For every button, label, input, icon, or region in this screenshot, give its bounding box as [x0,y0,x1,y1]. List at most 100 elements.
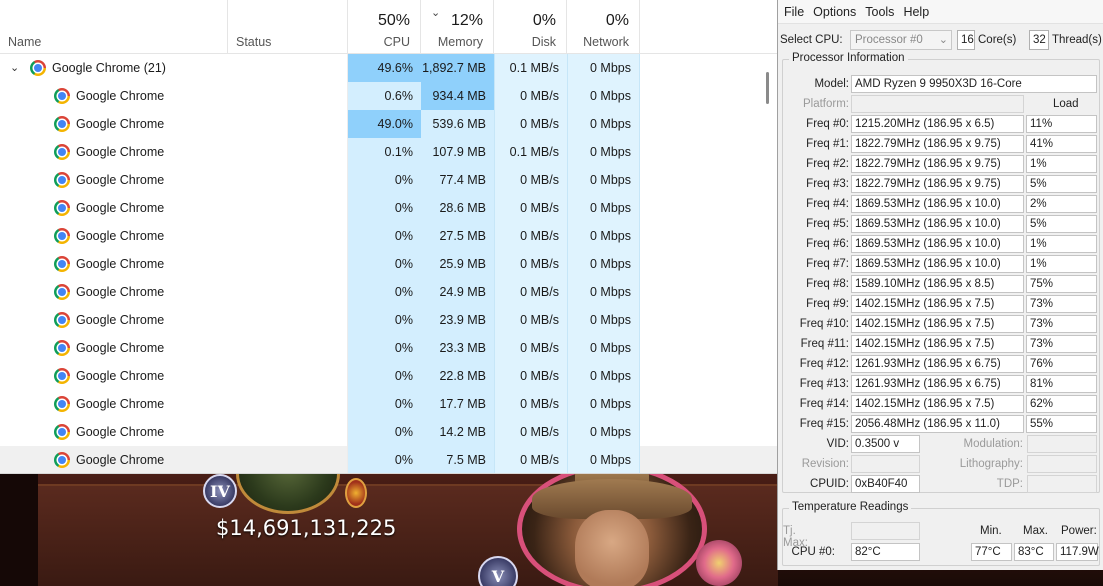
status-cell [228,82,348,110]
column-disk[interactable]: 0% Disk [494,0,567,54]
column-status[interactable]: Status [228,0,348,54]
chrome-icon [54,200,70,216]
process-group-row[interactable]: ⌄ Google Chrome (21) 49.6% 1,892.7 MB 0.… [0,54,777,82]
tdp-value [1027,475,1097,493]
memory-cell: 24.9 MB [421,278,494,306]
cowboy-face [575,510,649,586]
column-disk-label: Disk [531,35,556,49]
network-cell: 0 Mbps [567,54,640,82]
table-row[interactable]: Google Chrome 0% 27.5 MB 0 MB/s 0 Mbps [0,222,777,250]
memory-cell: 7.5 MB [421,446,494,473]
column-cpu[interactable]: 50% CPU [348,0,421,54]
table-row[interactable]: Google Chrome 0% 24.9 MB 0 MB/s 0 Mbps [0,278,777,306]
column-network-label: Network [583,35,629,49]
freq-row: Freq #14: 1402.15MHz (186.95 x 7.5) 62% [783,394,1101,414]
load-header: Load [1053,98,1079,110]
table-row[interactable]: Google Chrome 0% 28.6 MB 0 MB/s 0 Mbps [0,194,777,222]
disk-cell: 0 MB/s [494,166,567,194]
table-row[interactable]: Google Chrome 49.0% 539.6 MB 0 MB/s 0 Mb… [0,110,777,138]
freq-value: 1402.15MHz (186.95 x 7.5) [851,295,1024,313]
table-row[interactable]: Google Chrome 0% 77.4 MB 0 MB/s 0 Mbps [0,166,777,194]
table-row[interactable]: Google Chrome 0% 23.9 MB 0 MB/s 0 Mbps [0,306,777,334]
status-cell [228,54,348,82]
cpu0-max: 83°C [1014,543,1054,561]
money-counter: $14,691,131,225 [216,516,397,540]
model-row: Model: AMD Ryzen 9 9950X3D 16-Core [783,74,1101,94]
model-value: AMD Ryzen 9 9950X3D 16-Core [851,75,1097,93]
table-row[interactable]: Google Chrome 0.1% 107.9 MB 0.1 MB/s 0 M… [0,138,777,166]
network-cell: 0 Mbps [567,138,640,166]
column-cpu-label: CPU [383,35,410,49]
menu-options[interactable]: Options [809,0,861,23]
freq-label: Freq #8: [806,278,849,290]
freq-load: 1% [1026,235,1097,253]
network-cell: 0 Mbps [567,334,640,362]
column-name[interactable]: Name [0,0,228,54]
network-total-percent: 0% [605,12,629,29]
process-name: Google Chrome [76,173,165,187]
table-row[interactable]: Google Chrome 0% 7.5 MB 0 MB/s 0 Mbps [0,446,777,473]
chrome-icon [30,60,46,76]
select-cpu-dropdown[interactable]: Processor #0 ⌄ [850,30,952,50]
freq-value: 1589.10MHz (186.95 x 8.5) [851,275,1024,293]
power-label: Power: [1061,525,1097,537]
chrome-icon [54,284,70,300]
freq-value: 1822.79MHz (186.95 x 9.75) [851,135,1024,153]
column-network[interactable]: 0% Network [567,0,640,54]
status-cell [228,138,348,166]
memory-cell: 539.6 MB [421,110,494,138]
name-cell: Google Chrome [0,390,228,418]
table-row[interactable]: Google Chrome 0.6% 934.4 MB 0 MB/s 0 Mbp… [0,82,777,110]
freq-label: Freq #0: [806,118,849,130]
disk-cell: 0 MB/s [494,334,567,362]
freq-value: 1215.20MHz (186.95 x 6.5) [851,115,1024,133]
status-cell [228,306,348,334]
chrome-icon [54,396,70,412]
table-row[interactable]: Google Chrome 0% 17.7 MB 0 MB/s 0 Mbps [0,390,777,418]
process-name: Google Chrome [76,453,165,467]
freq-value: 1869.53MHz (186.95 x 10.0) [851,215,1024,233]
freq-load: 11% [1026,115,1097,133]
menu-help[interactable]: Help [899,0,934,23]
disk-cell: 0 MB/s [494,194,567,222]
freq-label: Freq #15: [799,418,849,430]
column-memory-label: Memory [437,35,483,49]
cpu-cell: 0% [348,390,421,418]
memory-cell: 1,892.7 MB [421,54,494,82]
vertical-scrollbar-thumb[interactable] [766,72,769,104]
disk-cell: 0 MB/s [494,250,567,278]
freq-row: Freq #0: 1215.20MHz (186.95 x 6.5) 11% [783,114,1101,134]
chevron-down-icon[interactable]: ⌄ [10,54,19,82]
menu-tools[interactable]: Tools [861,0,899,23]
cpu-cell: 0% [348,306,421,334]
chrome-icon [54,144,70,160]
network-cell: 0 Mbps [567,250,640,278]
cpu0-power: 117.9W [1056,543,1099,561]
memory-cell: 27.5 MB [421,222,494,250]
freq-row: Freq #1: 1822.79MHz (186.95 x 9.75) 41% [783,134,1101,154]
menu-file[interactable]: File [780,0,809,23]
chrome-icon [54,88,70,104]
revision-value [851,455,920,473]
tj-max-value [851,522,920,540]
vid-row: VID: 0.3500 v Modulation: [783,434,1101,454]
sort-chevron-down-icon: ⌄ [431,7,441,19]
table-row[interactable]: Google Chrome 0% 25.9 MB 0 MB/s 0 Mbps [0,250,777,278]
task-manager-window: Name Status 50% CPU ⌄ 12% Memory 0% Disk… [0,0,777,474]
modulation-label: Modulation: [963,438,1023,450]
name-cell: Google Chrome [0,306,228,334]
network-cell: 0 Mbps [567,306,640,334]
freq-value: 1869.53MHz (186.95 x 10.0) [851,255,1024,273]
column-memory[interactable]: ⌄ 12% Memory [421,0,494,54]
table-row[interactable]: Google Chrome 0% 23.3 MB 0 MB/s 0 Mbps [0,334,777,362]
cpu-cell: 0% [348,446,421,473]
process-name: Google Chrome [76,229,165,243]
cpu-cell: 49.6% [348,54,421,82]
table-row[interactable]: Google Chrome 0% 14.2 MB 0 MB/s 0 Mbps [0,418,777,446]
cpuid-row: CPUID: 0xB40F40 TDP: [783,474,1101,494]
freq-load: 75% [1026,275,1097,293]
table-row[interactable]: Google Chrome 0% 22.8 MB 0 MB/s 0 Mbps [0,362,777,390]
select-cpu-label: Select CPU: [780,34,843,46]
platform-row: Platform: Load [783,94,1101,114]
rank-badge-text: IV [210,481,230,501]
